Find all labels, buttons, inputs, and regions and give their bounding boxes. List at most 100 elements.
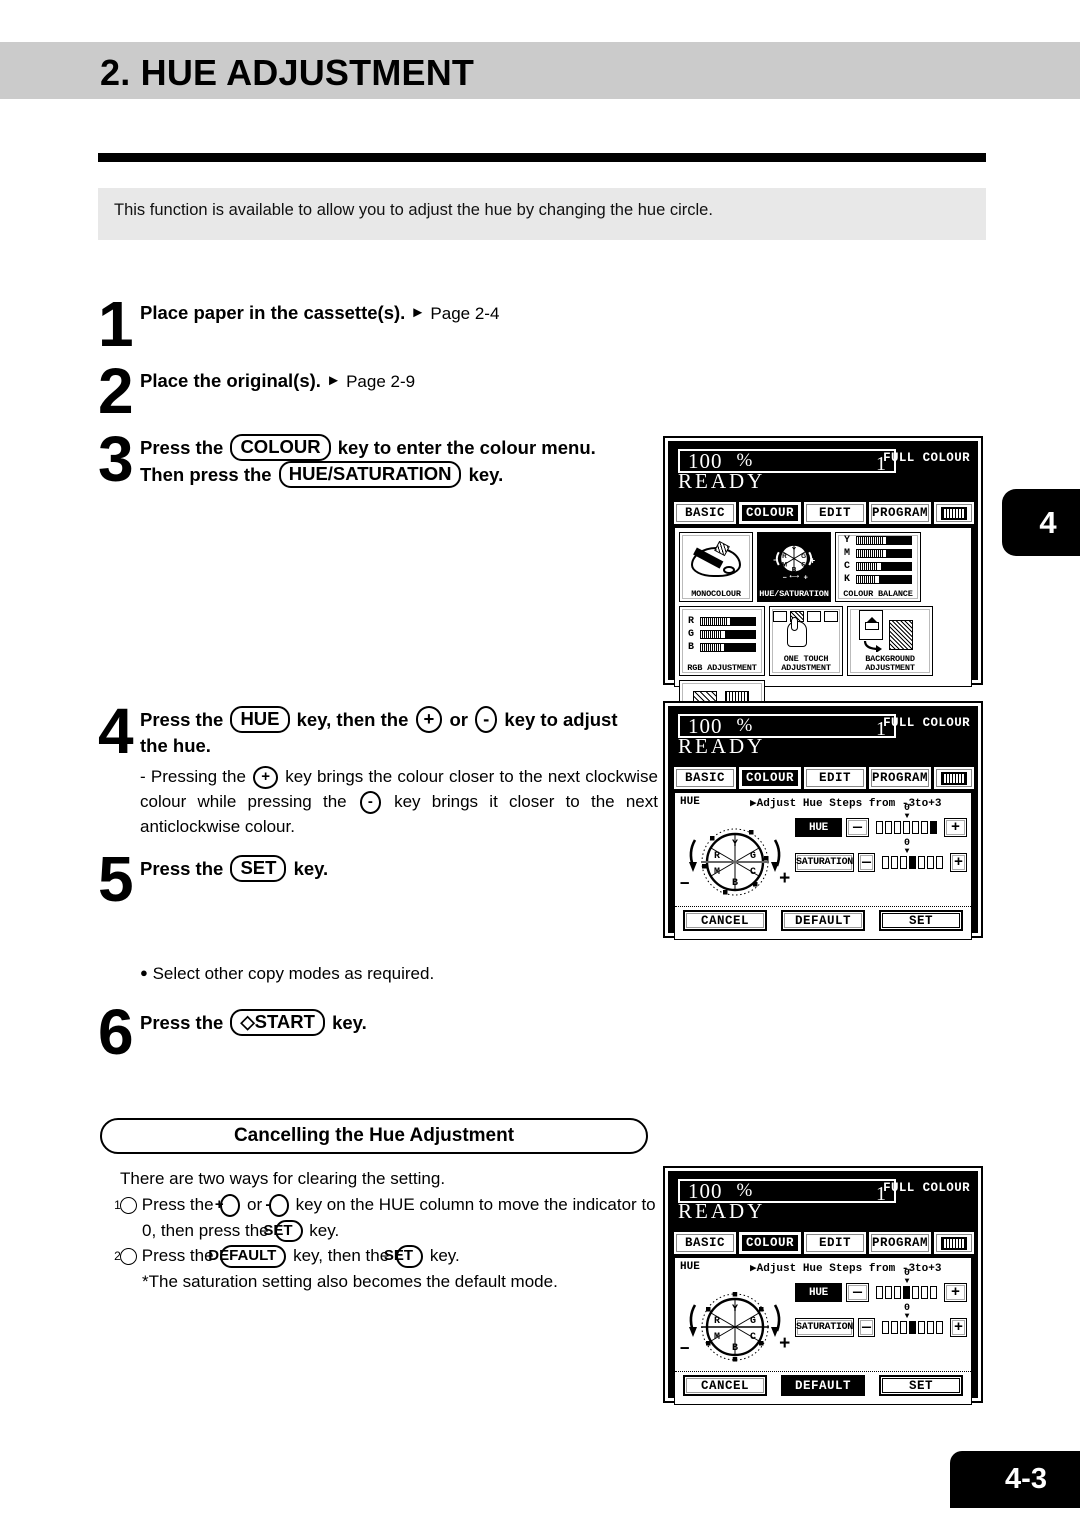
- wheel-label-y: Y: [732, 839, 738, 850]
- tab-keypad[interactable]: [934, 767, 974, 789]
- saturation-plus-button[interactable]: +: [950, 1318, 967, 1337]
- step-4-line1-b: key, then the: [296, 709, 409, 730]
- set-key[interactable]: SET: [263, 1219, 303, 1243]
- wheel-label-r: R: [714, 1316, 720, 1327]
- minus-key[interactable]: -: [475, 706, 498, 733]
- menu-item-background-adjustment[interactable]: BACKGROUND ADJUSTMENT: [847, 606, 933, 676]
- hue-slider-row: 0 ▼ HUE — +: [795, 1269, 967, 1302]
- cancel-1-a: Press the: [141, 1194, 214, 1214]
- copy-modes-note: ● Select other copy modes as required.: [140, 962, 600, 987]
- saturation-minus-button[interactable]: —: [858, 1318, 875, 1337]
- hue-wheel-icon: Y G C B M R – + – ⟷ +: [773, 544, 815, 581]
- set-button[interactable]: SET: [879, 1375, 963, 1396]
- lcd-tab-row-3: BASIC COLOUR EDIT PROGRAM: [670, 1229, 976, 1254]
- tab-program[interactable]: PROGRAM: [869, 502, 931, 524]
- svg-text:⟷: ⟷: [789, 572, 799, 581]
- hue-plus-button[interactable]: +: [944, 818, 967, 837]
- svg-text:+: +: [810, 556, 815, 566]
- lcd-panel-colour-menu: 100 % 1 FULL COLOUR READY BASIC COLOUR E…: [663, 436, 983, 750]
- lcd-tab-row-2: BASIC COLOUR EDIT PROGRAM: [670, 764, 976, 789]
- hue-scale[interactable]: [876, 1286, 937, 1299]
- hue-name-button[interactable]: HUE: [795, 1283, 842, 1302]
- hue-key[interactable]: HUE: [230, 706, 290, 733]
- ready-status: READY: [678, 734, 766, 758]
- hue-action-buttons: CANCEL DEFAULT SET: [675, 906, 971, 935]
- default-key[interactable]: DEFAULT: [208, 1245, 287, 1269]
- header-rule: [98, 153, 986, 162]
- plus-key[interactable]: +: [253, 766, 278, 789]
- tab-edit[interactable]: EDIT: [804, 767, 866, 789]
- wheel-label-g: G: [750, 851, 756, 862]
- svg-text:–: –: [773, 555, 778, 565]
- plus-key[interactable]: +: [215, 1193, 241, 1217]
- wheel-label-c: C: [750, 1332, 756, 1343]
- hue-plus-button[interactable]: +: [944, 1283, 967, 1302]
- set-key[interactable]: SET: [384, 1245, 424, 1269]
- tab-basic[interactable]: BASIC: [674, 767, 736, 789]
- saturation-slider-row: 0 ▼ SATURATION — +: [795, 1304, 967, 1337]
- hue-minus-button[interactable]: —: [846, 1283, 869, 1302]
- set-button[interactable]: SET: [879, 910, 963, 931]
- tab-basic[interactable]: BASIC: [674, 502, 736, 524]
- cancel-button[interactable]: CANCEL: [683, 910, 767, 931]
- rgb-adjustment-art: R G B: [680, 607, 764, 664]
- hue-saturation-key[interactable]: HUE/SATURATION: [278, 461, 462, 489]
- menu-item-hue-saturation[interactable]: Y G C B M R – + – ⟷ + HUE/SATURATION: [757, 532, 831, 602]
- saturation-name-button[interactable]: SATURATION: [795, 853, 855, 872]
- tab-keypad[interactable]: [934, 1232, 974, 1254]
- saturation-minus-button[interactable]: —: [858, 853, 875, 872]
- svg-text:G: G: [801, 553, 806, 560]
- tab-program[interactable]: PROGRAM: [869, 1232, 931, 1254]
- plus-key[interactable]: +: [415, 706, 443, 733]
- cancelling-heading: Cancelling the Hue Adjustment: [100, 1118, 648, 1154]
- default-button[interactable]: DEFAULT: [781, 1375, 865, 1396]
- hue-scale-indicator: [930, 821, 937, 834]
- menu-item-colour-balance[interactable]: Y M C K COLOUR BALANCE: [835, 532, 921, 602]
- chapter-tab-number: 4: [1039, 504, 1057, 540]
- colour-mode-label: FULL COLOUR: [883, 1181, 970, 1195]
- bar-label-k: K: [844, 574, 851, 586]
- step-1-text: Place paper in the cassette(s). ► Page 2…: [140, 300, 660, 326]
- wheel-plus-sign: +: [779, 868, 791, 890]
- wheel-minus-sign: –: [679, 872, 691, 894]
- saturation-scale[interactable]: [882, 856, 943, 869]
- lcd-status-bar-3: 100 % 1 FULL COLOUR READY: [670, 1173, 976, 1229]
- step-3-line1-a: Press the: [140, 437, 224, 458]
- tab-colour[interactable]: COLOUR: [739, 502, 801, 524]
- cancelling-body: There are two ways for clearing the sett…: [114, 1166, 660, 1295]
- hue-name-button[interactable]: HUE: [795, 818, 842, 837]
- bar-label-y: Y: [844, 535, 851, 547]
- menu-item-monocolour[interactable]: MONOCOLOUR: [679, 532, 753, 602]
- tab-colour[interactable]: COLOUR: [739, 767, 801, 789]
- tab-basic[interactable]: BASIC: [674, 1232, 736, 1254]
- tab-edit[interactable]: EDIT: [804, 502, 866, 524]
- cancel-button[interactable]: CANCEL: [683, 1375, 767, 1396]
- hue-minus-button[interactable]: —: [846, 818, 869, 837]
- hue-default-header: HUE ▶Adjust Hue Steps from -3to+3: [675, 1258, 971, 1275]
- set-key[interactable]: SET: [230, 855, 287, 882]
- tab-colour[interactable]: COLOUR: [739, 1232, 801, 1254]
- menu-label-monocolour: MONOCOLOUR: [691, 588, 741, 599]
- hue-scale[interactable]: [876, 821, 937, 834]
- menu-item-rgb-adjustment[interactable]: R G B RGB ADJUSTMENT: [679, 606, 765, 676]
- saturation-plus-button[interactable]: +: [950, 853, 967, 872]
- cancel-1-d: key.: [309, 1220, 340, 1240]
- tab-keypad[interactable]: [934, 502, 974, 524]
- tab-program[interactable]: PROGRAM: [869, 767, 931, 789]
- tab-edit[interactable]: EDIT: [804, 1232, 866, 1254]
- step-4-line2: the hue.: [140, 735, 211, 757]
- saturation-scale-indicator: [909, 1321, 916, 1334]
- lcd-panel-hue-adjust: 100 % 1 FULL COLOUR READY BASIC COLOUR E…: [663, 701, 983, 940]
- menu-item-one-touch-adjustment[interactable]: ONE TOUCH ADJUSTMENT: [769, 606, 843, 676]
- minus-key[interactable]: -: [359, 790, 381, 814]
- minus-key[interactable]: -: [265, 1193, 289, 1217]
- step-4-note-a: - Pressing the: [140, 767, 246, 786]
- rgb-bars-icon: R G B: [688, 616, 756, 655]
- step-4-line1-d: key to adjust: [504, 709, 618, 730]
- default-button[interactable]: DEFAULT: [781, 910, 865, 931]
- saturation-name-button[interactable]: SATURATION: [795, 1318, 855, 1337]
- start-key[interactable]: ◇START: [230, 1009, 325, 1036]
- wheel-label-b: B: [732, 1343, 738, 1354]
- colour-key[interactable]: COLOUR: [230, 434, 331, 461]
- saturation-scale[interactable]: [882, 1321, 943, 1334]
